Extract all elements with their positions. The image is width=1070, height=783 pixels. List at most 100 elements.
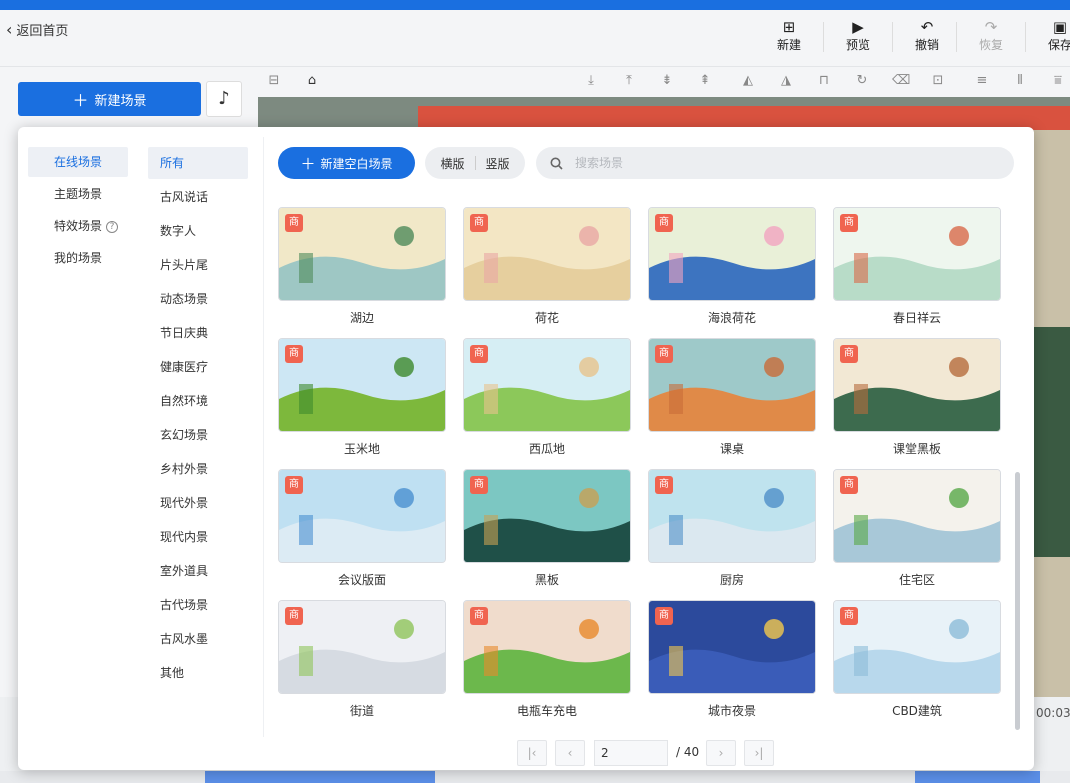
flip-vertical-icon[interactable]: ◮: [778, 73, 794, 89]
scene-illustration: [649, 470, 815, 562]
scene-thumbnail[interactable]: 商: [463, 338, 631, 432]
scene-card[interactable]: 商住宅区: [833, 469, 1001, 588]
primary-category-3[interactable]: 我的场景: [28, 243, 128, 273]
sub-category-5[interactable]: 节日庆典: [148, 317, 248, 349]
align-top-icon[interactable]: ⤒: [621, 73, 637, 89]
primary-category-1[interactable]: 主题场景: [28, 179, 128, 209]
toolbar-button-0[interactable]: ⊞ 新建: [764, 18, 814, 53]
sub-category-12[interactable]: 室外道具: [148, 555, 248, 587]
scene-card[interactable]: 商会议版面: [278, 469, 446, 588]
scene-thumbnail[interactable]: 商: [463, 469, 631, 563]
scene-card[interactable]: 商西瓜地: [463, 338, 631, 457]
last-page-button[interactable]: ›|: [744, 740, 774, 766]
primary-category-label: 特效场景: [54, 219, 103, 233]
new-blank-scene-button[interactable]: ＋ 新建空白场景: [278, 147, 415, 179]
page-number-input[interactable]: 2: [594, 740, 668, 766]
home-icon[interactable]: ⌂: [304, 73, 320, 89]
ruler-icon[interactable]: ⊟: [266, 73, 282, 89]
scene-thumbnail[interactable]: 商: [278, 600, 446, 694]
scene-card[interactable]: 商街道: [278, 600, 446, 719]
help-icon[interactable]: ?: [106, 221, 119, 233]
back-home-link[interactable]: ‹ 返回首页: [6, 20, 68, 39]
music-button[interactable]: ♪: [206, 81, 242, 117]
toolbar-button-2[interactable]: ↶ 撤销: [902, 18, 952, 53]
scene-card[interactable]: 商厨房: [648, 469, 816, 588]
chevron-right-icon: ›: [718, 746, 724, 760]
scene-thumbnail[interactable]: 商: [278, 207, 446, 301]
sub-category-13[interactable]: 古代场景: [148, 589, 248, 621]
align-middle-icon[interactable]: ⇟: [659, 73, 675, 89]
sub-category-8[interactable]: 玄幻场景: [148, 419, 248, 451]
portrait-option[interactable]: 竖版: [476, 155, 520, 172]
sub-category-1[interactable]: 古风说话: [148, 181, 248, 213]
sub-category-0[interactable]: 所有: [148, 147, 248, 179]
scene-thumbnail[interactable]: 商: [648, 338, 816, 432]
scene-thumbnail[interactable]: 商: [833, 600, 1001, 694]
scene-card[interactable]: 商春日祥云: [833, 207, 1001, 326]
scene-card[interactable]: 商课堂黑板: [833, 338, 1001, 457]
align-bottom-icon[interactable]: ⇞: [697, 73, 713, 89]
primary-category-0[interactable]: 在线场景: [28, 147, 128, 177]
search-input[interactable]: [573, 155, 973, 171]
scene-card[interactable]: 商电瓶车充电: [463, 600, 631, 719]
sub-category-9[interactable]: 乡村外景: [148, 453, 248, 485]
prev-page-button[interactable]: ‹: [555, 740, 585, 766]
timeline-track[interactable]: [0, 771, 1070, 783]
scene-thumbnail[interactable]: 商: [648, 469, 816, 563]
landscape-option[interactable]: 横版: [430, 155, 474, 172]
scene-thumbnail[interactable]: 商: [463, 207, 631, 301]
toolbar-button-1[interactable]: ▶ 预览: [833, 18, 883, 53]
scene-thumbnail[interactable]: 商: [833, 469, 1001, 563]
chevron-left-icon: ‹: [6, 20, 13, 39]
scene-thumbnail[interactable]: 商: [648, 207, 816, 301]
scene-card[interactable]: 商课桌: [648, 338, 816, 457]
commercial-badge: 商: [470, 607, 488, 625]
sub-category-6[interactable]: 健康医疗: [148, 351, 248, 383]
sub-category-10[interactable]: 现代外景: [148, 487, 248, 519]
scene-name: 海浪荷花: [707, 311, 756, 325]
scene-thumbnail[interactable]: 商: [278, 469, 446, 563]
distribute-vertical-icon[interactable]: ⦀: [1012, 73, 1028, 89]
scene-card[interactable]: 商海浪荷花: [648, 207, 816, 326]
sub-category-4[interactable]: 动态场景: [148, 283, 248, 315]
rotate-icon[interactable]: ↻: [854, 73, 870, 89]
sub-category-15[interactable]: 其他: [148, 657, 248, 689]
scene-card[interactable]: 商 CBD建筑: [833, 600, 1001, 719]
scene-picker-dialog: 在线场景 主题场景 特效场景? 我的场景 所有 古风说话 数字人 片头片尾 动态场景 节日庆典健…: [18, 127, 1034, 770]
toolbar-button-4[interactable]: ▣ 保存: [1035, 18, 1070, 53]
commercial-badge: 商: [840, 345, 858, 363]
delete-icon[interactable]: ⌫: [892, 73, 910, 89]
download-icon[interactable]: ⤓: [583, 73, 599, 89]
distribute-horizontal-icon[interactable]: ≡: [974, 73, 990, 89]
scene-thumbnail[interactable]: 商: [648, 600, 816, 694]
timeline-clip[interactable]: [915, 771, 1040, 783]
scene-card[interactable]: 商玉米地: [278, 338, 446, 457]
timeline-clip[interactable]: [205, 771, 435, 783]
scene-search-box: [536, 147, 1014, 179]
scene-card[interactable]: 商湖边: [278, 207, 446, 326]
scene-card[interactable]: 商荷花: [463, 207, 631, 326]
scene-thumbnail[interactable]: 商: [833, 207, 1001, 301]
scene-thumbnail[interactable]: 商: [833, 338, 1001, 432]
new-scene-button[interactable]: ＋ 新建场景: [18, 82, 201, 116]
sub-category-3[interactable]: 片头片尾: [148, 249, 248, 281]
flip-horizontal-icon[interactable]: ◭: [740, 73, 756, 89]
scene-thumbnail[interactable]: 商: [278, 338, 446, 432]
scrollbar[interactable]: [1015, 472, 1020, 730]
crop-icon[interactable]: ⊡: [930, 73, 946, 89]
scene-card[interactable]: 商黑板: [463, 469, 631, 588]
scene-thumbnail[interactable]: 商: [463, 600, 631, 694]
scene-card[interactable]: 商城市夜景: [648, 600, 816, 719]
sub-category-11[interactable]: 现代内景: [148, 521, 248, 553]
sub-category-2[interactable]: 数字人: [148, 215, 248, 247]
lock-icon[interactable]: ⊓: [816, 73, 832, 89]
commercial-badge: 商: [470, 345, 488, 363]
sub-category-7[interactable]: 自然环境: [148, 385, 248, 417]
sub-category-14[interactable]: 古风水墨: [148, 623, 248, 655]
next-page-button[interactable]: ›: [706, 740, 736, 766]
first-page-button[interactable]: |‹: [517, 740, 547, 766]
toolbar-button-3[interactable]: ↷ 恢复: [966, 18, 1016, 53]
scene-illustration: [834, 208, 1000, 300]
layer-icon[interactable]: ⩸: [1050, 73, 1066, 89]
primary-category-2[interactable]: 特效场景?: [28, 211, 128, 241]
